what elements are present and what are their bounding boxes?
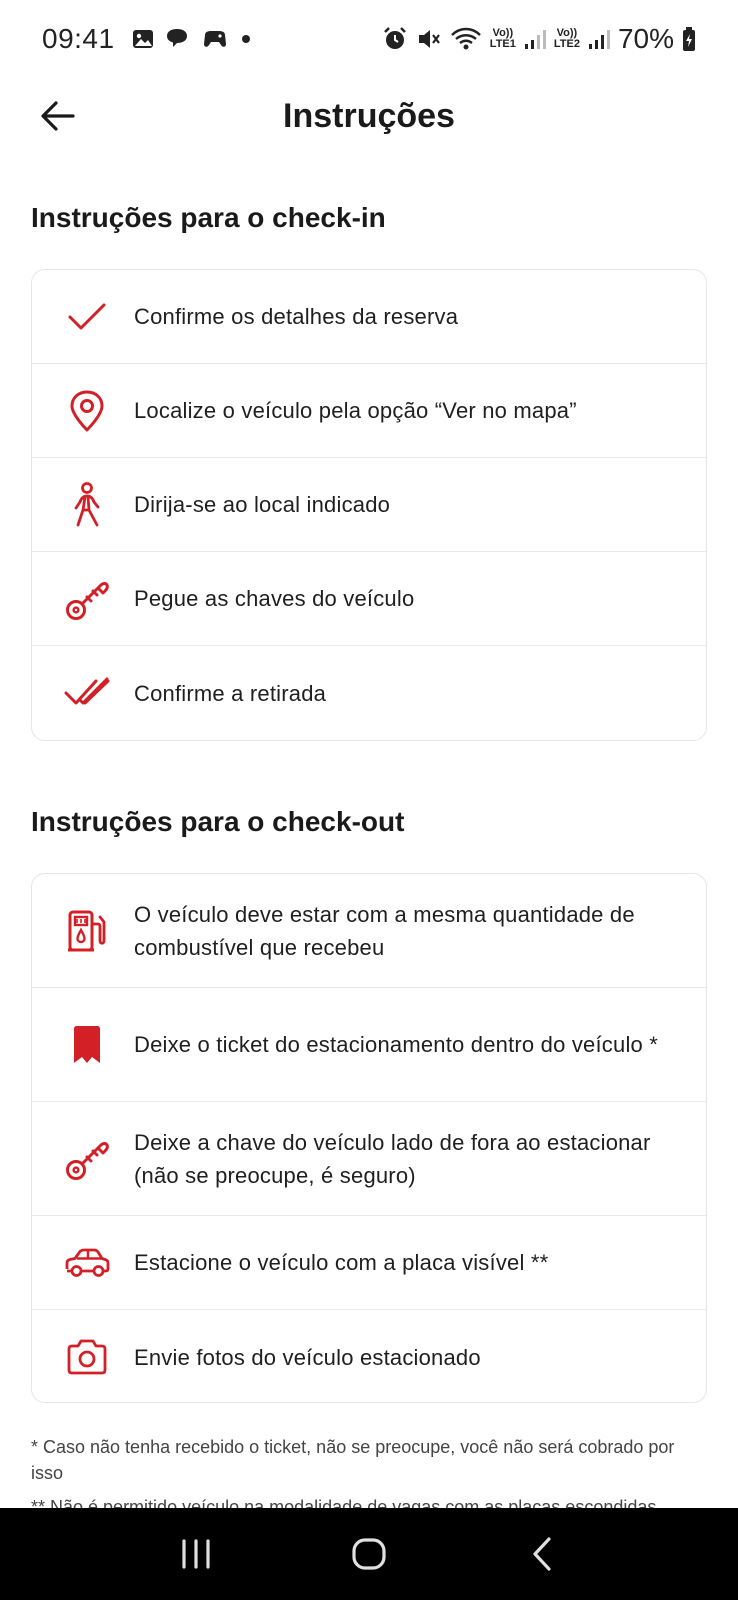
checkin-item-label: Dirija-se ao local indicado <box>134 492 391 517</box>
lte1-indicator: Vo)) LTE1 <box>490 28 516 50</box>
app-bar: Instruções <box>0 78 738 154</box>
back-button[interactable] <box>30 88 86 144</box>
key-icon <box>60 1132 114 1186</box>
key-icon <box>60 572 114 626</box>
battery-icon <box>682 26 696 52</box>
game-notification-icon <box>201 27 229 51</box>
checkin-item-locate-vehicle: Localize o veículo pela opção “Ver no ma… <box>32 364 706 458</box>
home-button[interactable] <box>339 1524 399 1584</box>
status-left: 09:41 <box>42 23 253 55</box>
fuel-pump-icon <box>60 904 114 958</box>
double-check-icon <box>60 666 114 720</box>
ticket-icon <box>60 1018 114 1072</box>
walking-person-icon <box>60 478 114 532</box>
checkin-item-confirm-pickup: Confirme a retirada <box>32 646 706 740</box>
gallery-notification-icon <box>131 27 155 51</box>
system-navigation-bar <box>0 1508 738 1600</box>
checkout-item-label: Envie fotos do veículo estacionado <box>134 1344 481 1370</box>
status-time: 09:41 <box>42 23 115 54</box>
checkin-item-label: Confirme os detalhes da reserva <box>134 304 459 329</box>
recent-apps-button[interactable] <box>166 1524 226 1584</box>
checkin-section-title: Instruções para o check-in <box>31 202 386 233</box>
recent-apps-icon <box>182 1539 210 1569</box>
checkout-item-ticket: Deixe o ticket do estacionamento dentro … <box>32 988 706 1102</box>
wifi-icon <box>450 26 482 52</box>
footnote-ticket: * Caso não tenha recebido o ticket, não … <box>31 1437 675 1483</box>
checkout-item-label: Deixe a chave do veículo lado de fora ao… <box>134 1129 651 1188</box>
signal-2-icon <box>588 28 610 50</box>
system-back-button[interactable] <box>512 1524 572 1584</box>
checkout-item-label: O veículo deve estar com a mesma quantid… <box>134 901 635 960</box>
battery-percent: 70% <box>617 23 674 54</box>
alarm-icon <box>382 26 408 52</box>
checkin-item-go-to-location: Dirija-se ao local indicado <box>32 458 706 552</box>
checkin-item-confirm-details: Confirme os detalhes da reserva <box>32 270 706 364</box>
footnote-plate: ** Não é permitido veículo na modalidade… <box>31 1497 657 1508</box>
home-icon <box>352 1538 386 1570</box>
checkout-section-title: Instruções para o check-out <box>31 806 405 837</box>
checkin-instructions-card: Confirme os detalhes da reserva Localize… <box>31 269 707 741</box>
camera-icon <box>60 1330 114 1384</box>
checkin-item-label: Localize o veículo pela opção “Ver no ma… <box>134 398 577 423</box>
checkout-instructions-card: O veículo deve estar com a mesma quantid… <box>31 873 707 1403</box>
check-icon <box>60 290 114 344</box>
page-title: Instruções <box>283 96 455 135</box>
checkin-item-get-keys: Pegue as chaves do veículo <box>32 552 706 646</box>
lte1-label: LTE1 <box>489 38 516 50</box>
checkin-item-label: Confirme a retirada <box>134 680 327 706</box>
car-icon <box>60 1236 114 1290</box>
signal-1-icon <box>524 28 546 50</box>
status-bar: 09:41 Vo)) LTE1 Vo)) LTE2 70% <box>0 0 738 78</box>
checkout-item-label: Estacione o veículo com a placa visível … <box>134 1250 549 1275</box>
dot-icon <box>239 32 253 46</box>
checkout-item-park-plate-visible: Estacione o veículo com a placa visível … <box>32 1216 706 1310</box>
checkout-item-fuel: O veículo deve estar com a mesma quantid… <box>32 874 706 988</box>
chevron-left-icon <box>533 1537 551 1571</box>
checkout-item-leave-key: Deixe a chave do veículo lado de fora ao… <box>32 1102 706 1216</box>
arrow-left-icon <box>41 101 75 131</box>
lte2-indicator: Vo)) LTE2 <box>554 28 580 50</box>
checkout-item-send-photos: Envie fotos do veículo estacionado <box>32 1310 706 1402</box>
mute-icon <box>416 26 442 52</box>
lte2-label: LTE2 <box>553 38 580 50</box>
checkin-item-label: Pegue as chaves do veículo <box>134 586 415 611</box>
chat-notification-icon <box>165 27 191 51</box>
checkout-item-label: Deixe o ticket do estacionamento dentro … <box>134 1032 659 1057</box>
map-pin-icon <box>60 384 114 438</box>
status-right: Vo)) LTE1 Vo)) LTE2 70% <box>382 23 696 55</box>
